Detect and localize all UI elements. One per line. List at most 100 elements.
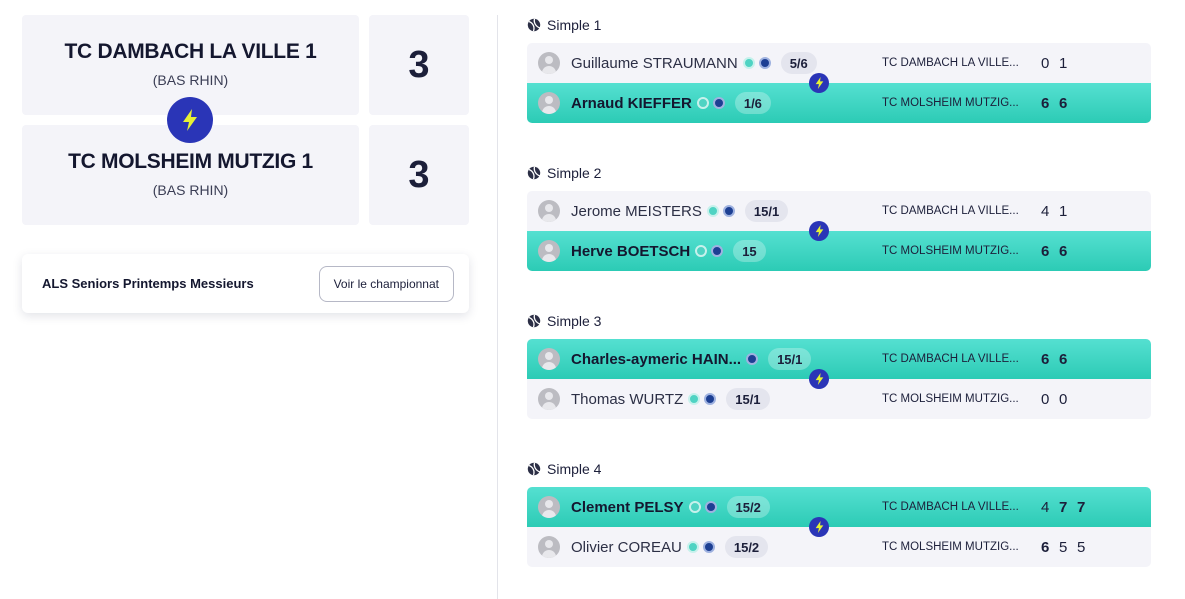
away-team-name[interactable]: TC MOLSHEIM MUTZIG 1	[22, 150, 359, 174]
set-scores: 655	[1041, 539, 1095, 556]
player-name[interactable]: Jerome MEISTERS	[571, 203, 702, 220]
set-scores: 01	[1041, 55, 1077, 72]
set-score: 6	[1059, 94, 1068, 112]
set-scores: 66	[1041, 95, 1077, 112]
avatar	[538, 240, 560, 262]
set-score: 4	[1041, 202, 1050, 220]
match-rows: Charles-aymeric HAIN... 15/1 TC DAMBACH LA…	[527, 339, 1151, 419]
set-score: 6	[1041, 538, 1050, 556]
teal-badge-icon	[706, 205, 719, 217]
set-score: 1	[1059, 54, 1068, 72]
match-title-label: Simple 1	[547, 17, 602, 33]
lightning-icon	[809, 517, 829, 537]
match-title: Simple 2	[527, 163, 1151, 183]
player-row[interactable]: Olivier COREAU 15/2 TC MOLSHEIM MUTZIG... 6…	[527, 527, 1151, 567]
set-score: 1	[1059, 202, 1068, 220]
lightning-icon	[809, 73, 829, 93]
player-row[interactable]: Jerome MEISTERS 15/1 TC DAMBACH LA VILLE..…	[527, 191, 1151, 231]
player-club: TC MOLSHEIM MUTZIG...	[882, 393, 1019, 405]
match-rows: Clement PELSY 15/2 TC DAMBACH LA VILLE... 4…	[527, 487, 1151, 567]
player-name[interactable]: Olivier COREAU	[571, 539, 682, 556]
teal-badge-icon	[696, 97, 709, 109]
player-club: TC DAMBACH LA VILLE...	[882, 57, 1019, 69]
home-team-region: (BAS RHIN)	[152, 72, 229, 88]
tennis-ball-icon	[527, 18, 541, 32]
player-ranking: 15/1	[768, 348, 812, 370]
avatar	[538, 348, 560, 370]
player-row[interactable]: Charles-aymeric HAIN... 15/1 TC DAMBACH LA…	[527, 339, 1151, 379]
player-row[interactable]: Thomas WURTZ 15/1 TC MOLSHEIM MUTZIG... 0 0	[527, 379, 1151, 419]
view-championship-button[interactable]: Voir le championnat	[318, 265, 454, 302]
match-rows: Guillaume STRAUMANN 5/6 TC DAMBACH LA VILL…	[527, 43, 1151, 123]
column-divider	[497, 15, 498, 599]
match-title: Simple 4	[527, 459, 1151, 479]
player-ranking: 15	[733, 240, 766, 262]
player-name[interactable]: Arnaud KIEFFER	[571, 95, 692, 112]
set-score: 6	[1059, 242, 1068, 260]
navy-badge-icon	[711, 245, 724, 257]
navy-badge-icon	[704, 501, 717, 513]
set-score: 7	[1059, 498, 1068, 516]
player-club: TC MOLSHEIM MUTZIG...	[882, 541, 1019, 553]
set-scores: 477	[1041, 499, 1095, 516]
lightning-icon	[167, 97, 213, 143]
set-score: 7	[1077, 498, 1086, 516]
set-score: 6	[1041, 350, 1050, 368]
player-club: TC DAMBACH LA VILLE...	[882, 353, 1019, 365]
teal-badge-icon	[742, 57, 755, 69]
set-scores: 66	[1041, 243, 1077, 260]
championship-card: ALS Seniors Printemps Messieurs Voir le …	[22, 254, 469, 313]
player-ranking: 15/2	[726, 496, 770, 518]
match-title-label: Simple 4	[547, 461, 602, 477]
player-name[interactable]: Herve BOETSCH	[571, 243, 690, 260]
avatar	[538, 536, 560, 558]
set-score: 4	[1041, 498, 1050, 516]
teal-badge-icon	[688, 393, 701, 405]
match-rows: Jerome MEISTERS 15/1 TC DAMBACH LA VILLE..…	[527, 191, 1151, 271]
set-score: 0	[1041, 54, 1050, 72]
home-team-name[interactable]: TC DAMBACH LA VILLE 1	[22, 40, 359, 64]
set-scores: 41	[1041, 203, 1077, 220]
avatar	[538, 52, 560, 74]
player-row[interactable]: Herve BOETSCH 15 TC MOLSHEIM MUTZIG... 6 6	[527, 231, 1151, 271]
tennis-ball-icon	[527, 314, 541, 328]
avatar	[538, 92, 560, 114]
player-ranking: 1/6	[734, 92, 771, 114]
tennis-ball-icon	[527, 462, 541, 476]
player-name[interactable]: Charles-aymeric HAIN...	[571, 351, 741, 368]
player-name[interactable]: Guillaume STRAUMANN	[571, 55, 738, 72]
home-team-score: 3	[369, 15, 469, 115]
teal-badge-icon	[688, 501, 701, 513]
player-ranking: 15/1	[744, 200, 789, 222]
set-score: 0	[1059, 390, 1068, 408]
player-club: TC DAMBACH LA VILLE...	[882, 501, 1019, 513]
avatar	[538, 496, 560, 518]
player-ranking: 15/1	[726, 388, 770, 410]
player-row[interactable]: Arnaud KIEFFER 1/6 TC MOLSHEIM MUTZIG... 6 6	[527, 83, 1151, 123]
navy-badge-icon	[702, 541, 715, 553]
set-score: 5	[1077, 538, 1086, 556]
match-block: Simple 1 Guillaume STRAUMANN 5/6 TC DAMBACH…	[527, 15, 1151, 123]
avatar	[538, 388, 560, 410]
player-ranking: 15/2	[724, 536, 769, 558]
player-row[interactable]: Guillaume STRAUMANN 5/6 TC DAMBACH LA VILL…	[527, 43, 1151, 83]
away-team-score: 3	[369, 125, 469, 225]
player-club: TC MOLSHEIM MUTZIG...	[882, 97, 1019, 109]
match-title: Simple 1	[527, 15, 1151, 35]
player-row[interactable]: Clement PELSY 15/2 TC DAMBACH LA VILLE... 4…	[527, 487, 1151, 527]
teal-badge-icon	[686, 541, 699, 553]
match-block: Simple 4 Clement PELSY 15/2 TC DAMBACH LA V…	[527, 459, 1151, 567]
navy-badge-icon	[712, 97, 725, 109]
player-name[interactable]: Thomas WURTZ	[571, 391, 683, 408]
set-score: 6	[1059, 350, 1068, 368]
player-club: TC MOLSHEIM MUTZIG...	[882, 245, 1019, 257]
navy-badge-icon	[758, 57, 771, 69]
player-name[interactable]: Clement PELSY	[571, 499, 684, 516]
set-score: 0	[1041, 390, 1050, 408]
navy-badge-icon	[704, 393, 717, 405]
match-title-label: Simple 3	[547, 313, 602, 329]
match-title: Simple 3	[527, 311, 1151, 331]
away-team-region: (BAS RHIN)	[152, 182, 229, 198]
teal-badge-icon	[695, 245, 708, 257]
championship-title: ALS Seniors Printemps Messieurs	[42, 276, 254, 291]
